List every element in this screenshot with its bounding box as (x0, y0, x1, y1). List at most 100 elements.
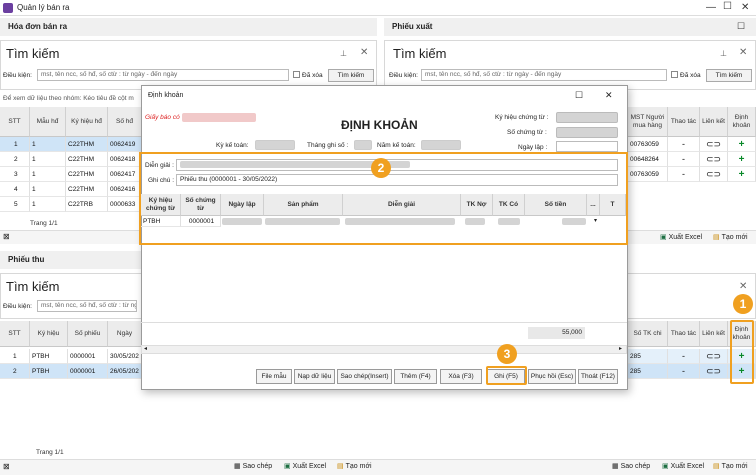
table-row-stt[interactable]: 2 (0, 152, 30, 167)
table-row-kyhieu[interactable]: C22THM (66, 182, 108, 197)
new-button[interactable]: ▤ Tạo mới (713, 233, 748, 242)
table-row-stt[interactable]: 2 (0, 364, 30, 379)
link-icon[interactable]: ⊂⊃ (700, 152, 728, 167)
pin-icon-right[interactable]: ⊥ (720, 49, 727, 58)
col-mau[interactable]: Mẫu hđ (30, 107, 66, 137)
col-stt-pt[interactable]: STT (0, 321, 30, 347)
export-excel-right2[interactable]: ▣ Xuất Excel (662, 462, 704, 471)
erased-checkbox[interactable] (293, 71, 300, 78)
search-input-bottom[interactable]: mst, tên ncc, số hđ, số ctừ : từ ngày - … (37, 300, 137, 312)
col-kyhieu[interactable]: Ký hiệu hđ (66, 107, 108, 137)
table-row-ngay[interactable]: 30/05/202 (108, 349, 142, 364)
grid-header-0[interactable]: Ký hiệu chứng từ (141, 194, 181, 216)
table-row-stt[interactable]: 1 (0, 349, 30, 364)
dialog-button-4[interactable]: Xóa (F3) (440, 369, 482, 384)
grid-kyhieu[interactable]: PTBH (141, 216, 181, 227)
col-sohd[interactable]: Số hđ (108, 107, 142, 137)
new-button-left[interactable]: ▤ Tạo mới (337, 462, 372, 471)
col-dinhkhoan[interactable]: Định khoản (728, 107, 756, 137)
close-panel-icon-right[interactable]: ✕ (739, 47, 747, 58)
col-stt[interactable]: STT (0, 107, 30, 137)
dialog-button-6[interactable]: Phục hồi (Esc) (528, 369, 576, 384)
link-icon[interactable]: ⊂⊃ (700, 167, 728, 182)
ghichu-input[interactable]: Phiếu thu (0000001 - 30/05/2022) (176, 174, 618, 186)
soct-input[interactable] (556, 127, 618, 138)
grid-header-6[interactable]: TK Có (493, 194, 525, 216)
search-input[interactable]: mst, tên ncc, số hđ, số ctừ : từ ngày - … (37, 69, 289, 81)
close-panel-icon[interactable]: ✕ (360, 47, 368, 58)
pin-icon[interactable]: ⊥ (340, 49, 347, 58)
dialog-button-1[interactable]: Nạp dữ liệu (294, 369, 335, 384)
action-dash[interactable]: - (668, 167, 700, 182)
collapse-icon[interactable]: ☐ (737, 21, 745, 32)
col-mst[interactable]: MST Người mua hàng (628, 107, 668, 137)
table-row-mau[interactable]: 1 (30, 182, 66, 197)
link-icon[interactable]: ⊂⊃ (700, 364, 728, 379)
grid-header-8[interactable]: ... (587, 194, 600, 216)
dialog-maximize-icon[interactable]: ☐ (575, 90, 583, 101)
table-row-kyhieu[interactable]: PTBH (30, 364, 68, 379)
copy-button-right[interactable]: ▦ Sao chép (612, 462, 650, 471)
col-lienket-2[interactable]: Liên kết (700, 321, 728, 347)
scroll-right-icon[interactable]: ▸ (619, 345, 622, 352)
add-icon[interactable]: + (728, 152, 756, 167)
scroll-left-icon[interactable]: ◂ (144, 345, 147, 352)
close-panel-icon-bottom[interactable]: ✕ (739, 281, 747, 292)
namketoan-input[interactable] (421, 140, 461, 150)
dialog-close-icon[interactable]: ✕ (605, 90, 613, 101)
table-row-ngay[interactable]: 26/05/202 (108, 364, 142, 379)
grid-header-5[interactable]: TK Nợ (461, 194, 493, 216)
add-icon[interactable]: + (728, 137, 756, 152)
table-row-kyhieu[interactable]: C22THM (66, 167, 108, 182)
minimize-icon[interactable]: — (706, 2, 716, 13)
dialog-button-0[interactable]: File mẫu (256, 369, 292, 384)
action-dash[interactable]: - (668, 349, 700, 364)
close-icon[interactable]: ✕ (741, 2, 749, 13)
grid-header-4[interactable]: Diễn giải (343, 194, 461, 216)
table-row-stt[interactable]: 3 (0, 167, 30, 182)
col-sophieu-pt[interactable]: Số phiếu (68, 321, 108, 347)
thangghiso-input[interactable] (354, 140, 372, 150)
action-dash[interactable]: - (668, 137, 700, 152)
col-sotk[interactable]: Số TK chi (628, 321, 668, 347)
diengiai-input[interactable] (176, 159, 618, 171)
grid-header-3[interactable]: Sản phẩm (264, 194, 343, 216)
export-excel-left[interactable]: ▣ Xuất Excel (284, 462, 326, 471)
dialog-button-3[interactable]: Thêm (F4) (394, 369, 437, 384)
table-row-so[interactable]: 0062417 (108, 167, 142, 182)
table-row-mst[interactable]: 00763059 (628, 167, 668, 182)
ngaylap-input[interactable] (556, 141, 618, 152)
search-button-right[interactable]: Tìm kiếm (706, 69, 752, 82)
grid-header-1[interactable]: Số chứng từ (181, 194, 221, 216)
table-row-kyhieu[interactable]: PTBH (30, 349, 68, 364)
grid-dropdown-icon[interactable]: ▾ (594, 217, 597, 224)
grid-header-7[interactable]: Số tiền (525, 194, 587, 216)
table-row-sophieu[interactable]: 0000001 (68, 349, 108, 364)
grid-header-9[interactable]: T (600, 194, 626, 216)
table-row-mst[interactable]: 00763059 (628, 137, 668, 152)
export-excel-button[interactable]: ▣ Xuất Excel (660, 233, 702, 242)
erased-checkbox-right[interactable] (671, 71, 678, 78)
kyhieuct-input[interactable] (556, 112, 618, 123)
table-row-mau[interactable]: 1 (30, 137, 66, 152)
dialog-button-2[interactable]: Sao chép(Insert) (337, 369, 392, 384)
table-row-stt[interactable]: 4 (0, 182, 30, 197)
table-row-stt[interactable]: 5 (0, 197, 30, 212)
table-row-kyhieu[interactable]: C22TRB (66, 197, 108, 212)
expand-icon-bottom[interactable]: ⊠ (3, 462, 10, 471)
col-thaotac[interactable]: Thao tác (668, 107, 700, 137)
dialog-button-7[interactable]: Thoát (F12) (578, 369, 618, 384)
table-row-so[interactable]: 0000633 (108, 197, 142, 212)
table-row-sotk[interactable]: 285 (628, 364, 668, 379)
table-row-so[interactable]: 0062419 (108, 137, 142, 152)
link-icon[interactable]: ⊂⊃ (700, 137, 728, 152)
col-thaotac-2[interactable]: Thao tác (668, 321, 700, 347)
h-scrollbar[interactable] (141, 345, 627, 354)
table-row-mau[interactable]: 1 (30, 197, 66, 212)
table-row-kyhieu[interactable]: C22THM (66, 152, 108, 167)
table-row-mau[interactable]: 1 (30, 167, 66, 182)
table-row-sophieu[interactable]: 0000001 (68, 364, 108, 379)
action-dash[interactable]: - (668, 364, 700, 379)
search-button[interactable]: Tìm kiếm (328, 69, 374, 82)
table-row-kyhieu[interactable]: C22THM (66, 137, 108, 152)
